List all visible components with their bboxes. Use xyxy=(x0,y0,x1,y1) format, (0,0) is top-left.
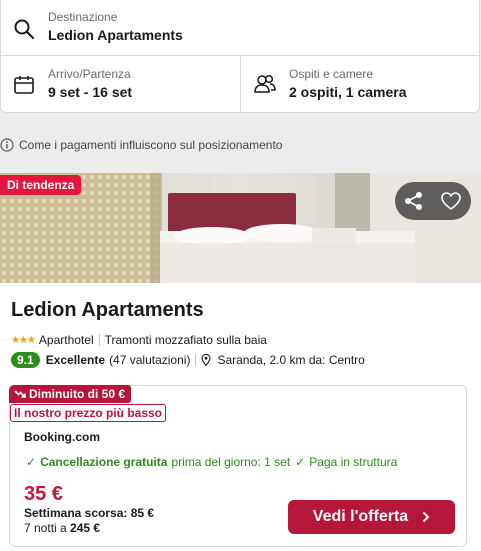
free-cancel-text: Cancellazione gratuita xyxy=(40,455,168,469)
check-icon: ✓ xyxy=(295,455,306,469)
ranking-info-text: Come i pagamenti influiscono sul posizio… xyxy=(19,138,283,152)
price-drop-text: Diminuito di 50 € xyxy=(29,387,126,401)
divider xyxy=(195,354,197,366)
guests-value: 2 ospiti, 1 camera xyxy=(289,84,407,100)
hotel-card[interactable]: Di tendenza Ledion Apartaments ★★★ Apart… xyxy=(0,173,481,551)
review-count: (47 valutazioni) xyxy=(109,353,191,367)
offer-box[interactable]: Diminuito di 50 € Il nostro prezzo più b… xyxy=(9,385,467,547)
price: 35 € xyxy=(24,483,63,505)
cancel-detail: prima del giorno: 1 set xyxy=(171,455,291,469)
nights-total: 245 € xyxy=(70,521,101,535)
guests-icon xyxy=(254,74,276,93)
price-drop-badge: Diminuito di 50 € xyxy=(9,385,132,403)
rating-row: 9.1 Excellente (47 valutazioni) Saranda,… xyxy=(11,351,365,369)
dates-field[interactable]: Arrivo/Partenza 9 set - 16 set xyxy=(1,56,241,113)
trend-down-icon xyxy=(14,390,26,398)
provider-name: Booking.com xyxy=(24,430,101,444)
star-rating: ★★★ xyxy=(11,334,36,346)
photo-actions xyxy=(395,182,471,220)
destination-label: Destinazione xyxy=(48,10,118,24)
search-summary-card: Destinazione Ledion Apartaments Arrivo/P… xyxy=(0,0,480,113)
dates-value: 9 set - 16 set xyxy=(48,84,133,100)
view-offer-label: Vedi l'offerta xyxy=(312,508,409,525)
hotel-tagline: Tramonti mozzafiato sulla baia xyxy=(104,333,267,347)
total-price: 7 notti a 245 € xyxy=(24,521,100,535)
divider xyxy=(98,334,100,346)
guests-field[interactable]: Ospiti e camere 2 ospiti, 1 camera xyxy=(241,56,479,113)
hotel-type: Aparthotel xyxy=(38,333,94,347)
guests-label: Ospiti e camere xyxy=(289,67,374,81)
trending-badge: Di tendenza xyxy=(0,175,82,195)
hotel-meta: ★★★ Aparthotel Tramonti mozzafiato sulla… xyxy=(11,332,267,348)
search-icon xyxy=(14,19,35,40)
rating-label: Excellente xyxy=(45,353,106,367)
score-badge: 9.1 xyxy=(11,352,40,368)
check-icon: ✓ xyxy=(26,455,37,469)
last-week-price: Settimana scorsa: 85 € xyxy=(24,506,155,520)
destination-field[interactable]: Destinazione Ledion Apartaments xyxy=(1,0,479,56)
calendar-icon xyxy=(14,76,34,94)
view-offer-button[interactable]: Vedi l'offerta xyxy=(288,500,455,534)
lowest-price-badge: Il nostro prezzo più basso xyxy=(10,404,167,422)
pay-on-site-text: Paga in struttura xyxy=(309,455,398,469)
info-icon xyxy=(0,138,14,152)
hotel-location: Saranda, 2.0 km da: Centro xyxy=(217,353,365,367)
dates-label: Arrivo/Partenza xyxy=(48,67,131,81)
destination-value: Ledion Apartaments xyxy=(48,27,183,43)
hotel-name[interactable]: Ledion Apartaments xyxy=(11,299,204,322)
offer-perks: ✓ Cancellazione gratuita prima del giorn… xyxy=(26,455,402,469)
ranking-info-link[interactable]: Come i pagamenti influiscono sul posizio… xyxy=(0,136,282,154)
heart-icon[interactable] xyxy=(440,190,462,212)
location-pin-icon xyxy=(201,354,211,366)
hotel-photo[interactable]: Di tendenza xyxy=(0,173,481,283)
share-icon[interactable] xyxy=(403,190,425,212)
chevron-right-icon xyxy=(422,511,430,523)
nights-prefix: 7 notti a xyxy=(24,521,67,535)
